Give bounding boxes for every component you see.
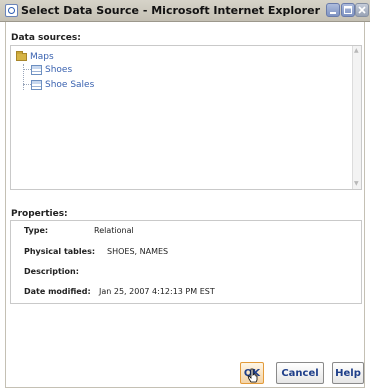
property-key: Type: bbox=[24, 226, 49, 235]
property-value: Jan 25, 2007 4:12:13 PM EST bbox=[99, 287, 215, 296]
cancel-button[interactable]: Cancel bbox=[276, 362, 324, 384]
data-sources-tree[interactable]: Maps Shoes Shoe Sales ▲ ▼ bbox=[10, 45, 362, 190]
property-row-date-modified: Date modified: Jan 25, 2007 4:12:13 PM E… bbox=[24, 287, 215, 299]
tree-connector bbox=[23, 64, 24, 90]
table-icon bbox=[31, 65, 42, 75]
scroll-up-icon[interactable]: ▲ bbox=[354, 48, 360, 54]
tree-item-shoes[interactable]: Shoes bbox=[31, 64, 72, 76]
data-sources-label: Data sources: bbox=[11, 33, 81, 43]
tree-item-shoe-sales[interactable]: Shoe Sales bbox=[31, 79, 94, 91]
property-key: Description: bbox=[24, 267, 79, 276]
tree-connector bbox=[23, 69, 31, 70]
tree-connector bbox=[23, 84, 31, 85]
tree-item-label: Shoes bbox=[45, 65, 73, 75]
tree-item-maps[interactable]: Maps bbox=[16, 51, 54, 63]
table-icon bbox=[31, 80, 42, 90]
property-row-physical-tables: Physical tables: SHOES, NAMES bbox=[24, 247, 168, 259]
tree-scrollbar[interactable]: ▲ ▼ bbox=[352, 46, 361, 189]
title-bar: Select Data Source - Microsoft Internet … bbox=[0, 0, 370, 22]
minimize-icon[interactable] bbox=[326, 3, 340, 17]
tree-item-label: Shoe Sales bbox=[45, 80, 95, 90]
help-button[interactable]: Help bbox=[332, 362, 364, 384]
property-key: Date modified: bbox=[24, 287, 91, 296]
property-row-type: Type: Relational bbox=[24, 226, 134, 238]
folder-icon bbox=[16, 51, 27, 61]
property-row-description: Description: bbox=[24, 267, 79, 279]
ie-page-icon bbox=[5, 4, 18, 17]
maximize-icon[interactable] bbox=[341, 3, 355, 17]
scroll-down-icon[interactable]: ▼ bbox=[354, 181, 360, 187]
property-value: SHOES, NAMES bbox=[107, 247, 169, 256]
property-key: Physical tables: bbox=[24, 247, 96, 256]
close-icon[interactable] bbox=[355, 3, 369, 17]
properties-panel: Type: Relational Physical tables: SHOES,… bbox=[10, 220, 362, 304]
property-value: Relational bbox=[94, 226, 134, 235]
hand-cursor-icon bbox=[247, 368, 258, 383]
tree-item-label: Maps bbox=[30, 52, 54, 62]
window-title: Select Data Source - Microsoft Internet … bbox=[21, 4, 320, 17]
properties-label: Properties: bbox=[11, 209, 68, 219]
